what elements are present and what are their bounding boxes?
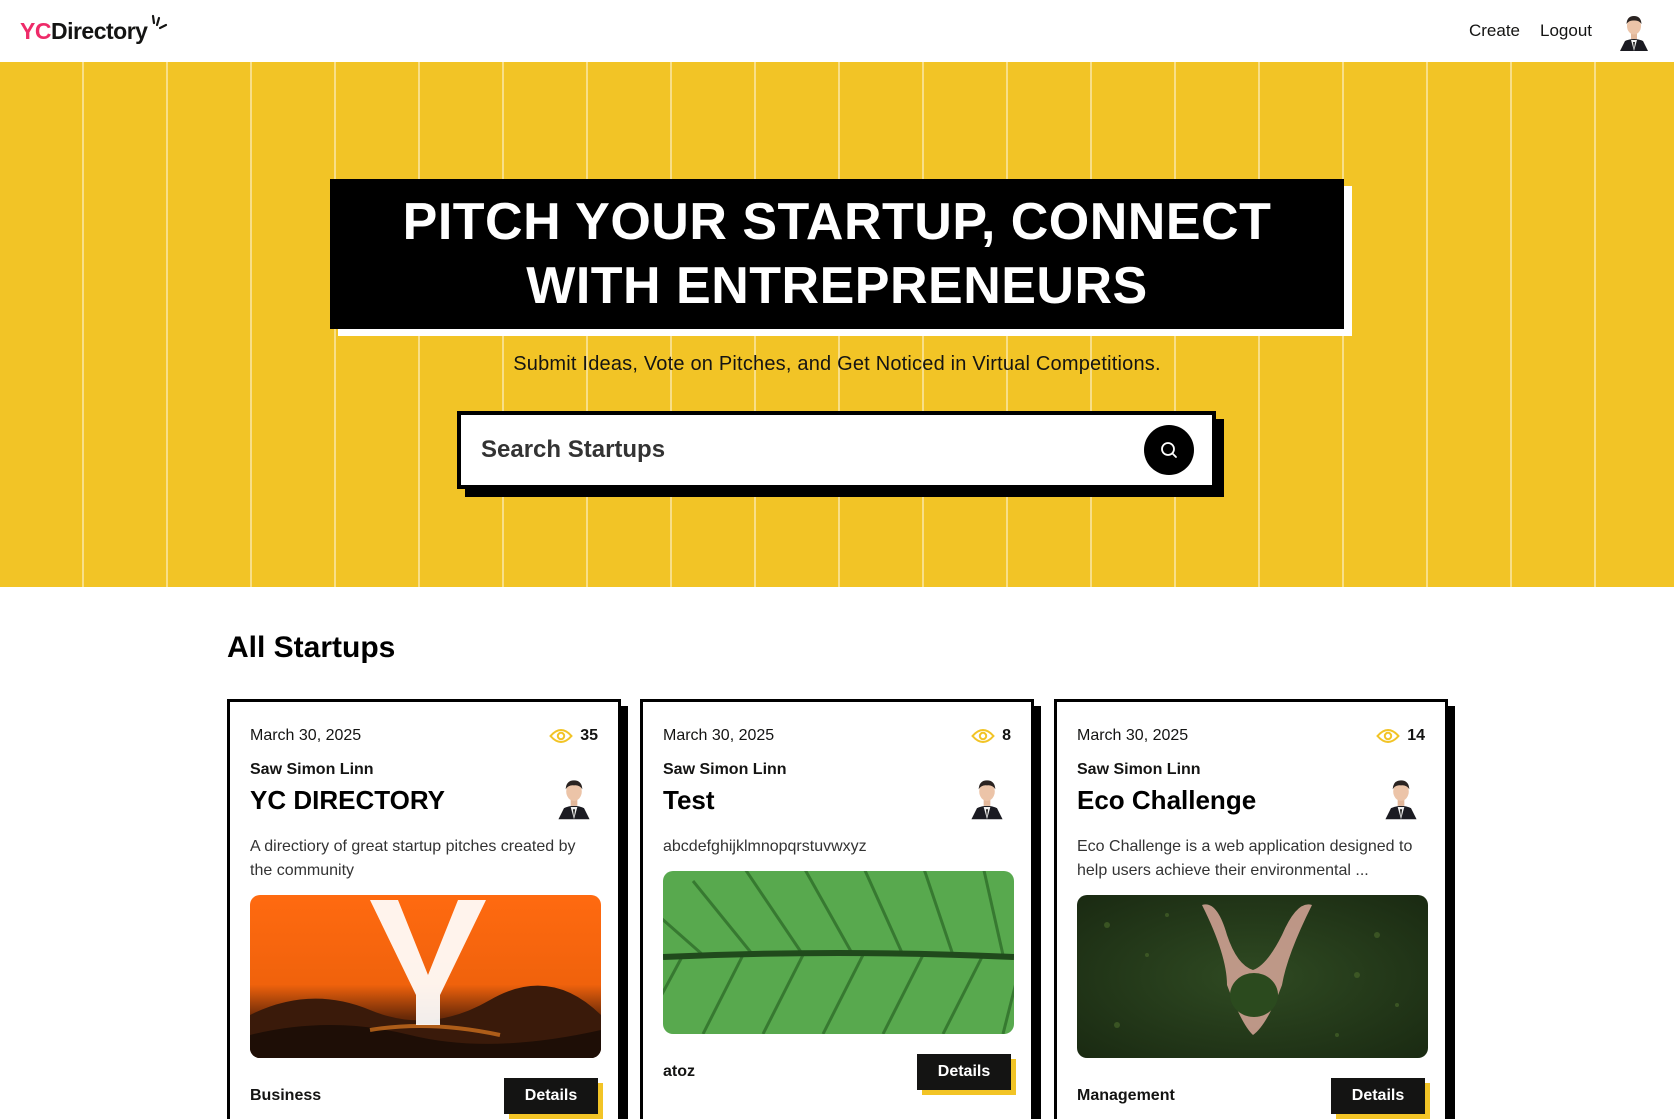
hero-subtitle: Submit Ideas, Vote on Pitches, and Get N… xyxy=(513,353,1161,375)
user-avatar[interactable] xyxy=(1616,11,1652,51)
card-category[interactable]: Management xyxy=(1077,1087,1175,1105)
logo-yc: YC xyxy=(20,17,51,44)
card-views-count: 8 xyxy=(1002,727,1011,744)
card-date: March 30, 2025 xyxy=(1077,727,1189,744)
create-link[interactable]: Create xyxy=(1469,21,1520,41)
section-title: All Startups xyxy=(227,631,396,664)
startup-card: March 30, 2025 8 Saw Simon Linn Test abc… xyxy=(640,699,1041,1119)
card-views: 8 xyxy=(971,727,1011,745)
card-heading-group: Saw Simon Linn Test xyxy=(663,761,787,821)
details-button[interactable]: Details xyxy=(1331,1078,1425,1114)
startup-card-body: March 30, 2025 14 Saw Simon Linn Eco Cha… xyxy=(1054,699,1448,1119)
details-button[interactable]: Details xyxy=(917,1054,1011,1090)
hero-heading: PITCH YOUR STARTUP, CONNECT WITH ENTREPR… xyxy=(330,179,1344,329)
logout-link[interactable]: Logout xyxy=(1540,21,1592,41)
card-author[interactable]: Saw Simon Linn xyxy=(663,761,787,779)
card-meta: March 30, 2025 35 xyxy=(250,727,598,745)
hero-heading-line-2: WITH ENTREPRENEURS xyxy=(526,257,1148,315)
card-author[interactable]: Saw Simon Linn xyxy=(250,761,445,779)
card-title[interactable]: YC DIRECTORY xyxy=(250,785,445,816)
card-date: March 30, 2025 xyxy=(250,727,362,744)
author-avatar[interactable] xyxy=(967,773,1007,821)
eye-icon xyxy=(971,729,995,743)
card-heading-group: Saw Simon Linn YC DIRECTORY xyxy=(250,761,445,821)
card-meta: March 30, 2025 14 xyxy=(1077,727,1425,745)
card-views-count: 14 xyxy=(1407,727,1425,744)
card-author[interactable]: Saw Simon Linn xyxy=(1077,761,1256,779)
search-button[interactable] xyxy=(1144,425,1194,475)
eye-icon xyxy=(1376,729,1401,743)
card-author-row: Saw Simon Linn Test xyxy=(663,761,1011,821)
startup-card-body: March 30, 2025 35 Saw Simon Linn YC DIRE… xyxy=(227,699,621,1119)
card-footer: Business Details xyxy=(250,1078,603,1119)
nav-links: Create Logout xyxy=(1469,11,1652,51)
card-image[interactable] xyxy=(663,871,1014,1034)
brand-logo[interactable]: YC Directory xyxy=(20,14,170,45)
card-category[interactable]: Business xyxy=(250,1087,321,1105)
hero-heading-line-1: PITCH YOUR STARTUP, CONNECT xyxy=(402,193,1272,251)
card-date: March 30, 2025 xyxy=(663,727,775,744)
card-footer: atoz Details xyxy=(663,1054,1016,1095)
eye-icon xyxy=(549,729,574,743)
card-description: Eco Challenge is a web application desig… xyxy=(1077,838,1413,879)
search-form xyxy=(457,411,1224,497)
author-avatar[interactable] xyxy=(554,773,594,821)
card-title[interactable]: Test xyxy=(663,785,787,816)
details-button-wrap: Details xyxy=(917,1054,1016,1095)
card-views: 35 xyxy=(549,727,598,745)
card-image[interactable] xyxy=(250,895,601,1058)
card-category[interactable]: atoz xyxy=(663,1063,695,1081)
hero-heading-block: PITCH YOUR STARTUP, CONNECT WITH ENTREPR… xyxy=(330,179,1352,336)
logo-spark-icon xyxy=(152,14,168,29)
card-views-count: 35 xyxy=(580,727,598,744)
card-author-row: Saw Simon Linn YC DIRECTORY xyxy=(250,761,598,821)
hero-section: PITCH YOUR STARTUP, CONNECT WITH ENTREPR… xyxy=(0,62,1674,587)
startup-card-body: March 30, 2025 8 Saw Simon Linn Test abc… xyxy=(640,699,1034,1119)
search-icon xyxy=(1161,442,1177,458)
card-meta: March 30, 2025 8 xyxy=(663,727,1011,745)
author-avatar[interactable] xyxy=(1381,773,1421,821)
card-heading-group: Saw Simon Linn Eco Challenge xyxy=(1077,761,1256,821)
details-button-wrap: Details xyxy=(1331,1078,1430,1119)
card-title[interactable]: Eco Challenge xyxy=(1077,785,1256,816)
navbar: YC Directory Create Logout xyxy=(0,0,1674,62)
card-author-row: Saw Simon Linn Eco Challenge xyxy=(1077,761,1425,821)
details-button[interactable]: Details xyxy=(504,1078,598,1114)
card-description: A directiory of great startup pitches cr… xyxy=(250,838,576,879)
search-box xyxy=(457,411,1216,489)
startup-card: March 30, 2025 14 Saw Simon Linn Eco Cha… xyxy=(1054,699,1455,1119)
card-description: abcdefghijklmnopqrstuvwxyz xyxy=(663,838,867,855)
search-input[interactable] xyxy=(481,436,1144,464)
logo-directory: Directory xyxy=(50,17,148,44)
startup-card: March 30, 2025 35 Saw Simon Linn YC DIRE… xyxy=(227,699,628,1119)
details-button-wrap: Details xyxy=(504,1078,603,1119)
card-image[interactable] xyxy=(1077,895,1428,1058)
card-views: 14 xyxy=(1376,727,1425,745)
card-footer: Management Details xyxy=(1077,1078,1430,1119)
